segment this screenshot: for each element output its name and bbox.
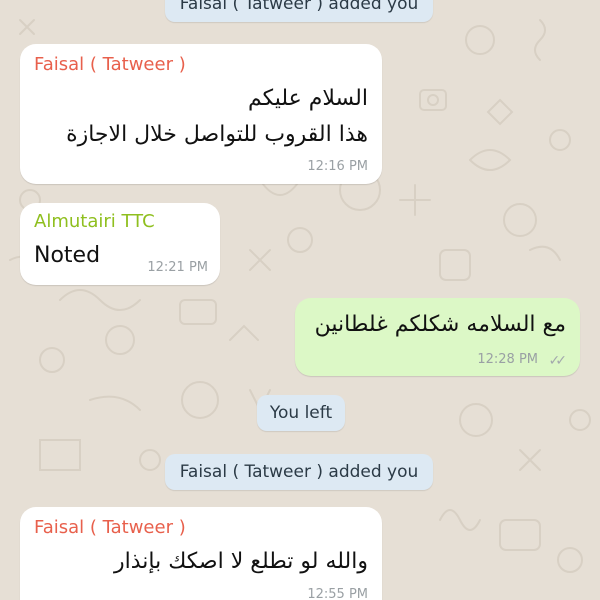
system-message-added: Faisal ( Tatweer ) added you <box>165 0 433 22</box>
system-message-added: Faisal ( Tatweer ) added you <box>165 454 433 490</box>
outgoing-message-bubble[interactable]: مع السلامه شكلكم غلطانين 12:28 PM ✓✓ <box>295 298 580 376</box>
message-text-line: والله لو تطلع لا اصكك بإنذار <box>114 549 368 574</box>
system-message-text: You left <box>269 403 333 423</box>
message-text-line: هذا القروب للتواصل خلال الاجازة <box>66 122 368 147</box>
system-message-text: Faisal ( Tatweer ) added you <box>179 0 419 14</box>
system-message-you-left: You left <box>257 395 345 431</box>
message-text-line: مع السلامه شكلكم غلطانين <box>314 312 566 337</box>
message-sender-name[interactable]: Almutairi TTC <box>34 211 155 232</box>
double-check-icon: ✓✓ <box>548 353 568 369</box>
incoming-message-bubble[interactable]: Faisal ( Tatweer ) السلام عليكم هذا القر… <box>20 44 382 184</box>
message-timestamp: 12:28 PM <box>477 352 538 367</box>
incoming-message-bubble[interactable]: Almutairi TTC Noted 12:21 PM <box>20 203 220 285</box>
message-timestamp: 12:16 PM <box>307 159 368 174</box>
message-text-line: Noted <box>34 243 101 268</box>
incoming-message-bubble[interactable]: Faisal ( Tatweer ) والله لو تطلع لا اصكك… <box>20 507 382 600</box>
message-sender-name[interactable]: Faisal ( Tatweer ) <box>34 517 186 538</box>
message-sender-name[interactable]: Faisal ( Tatweer ) <box>34 54 186 75</box>
system-message-text: Faisal ( Tatweer ) added you <box>179 462 419 482</box>
message-timestamp: 12:21 PM <box>147 260 208 275</box>
message-text-line: السلام عليكم <box>247 86 368 111</box>
message-timestamp: 12:55 PM <box>307 587 368 600</box>
